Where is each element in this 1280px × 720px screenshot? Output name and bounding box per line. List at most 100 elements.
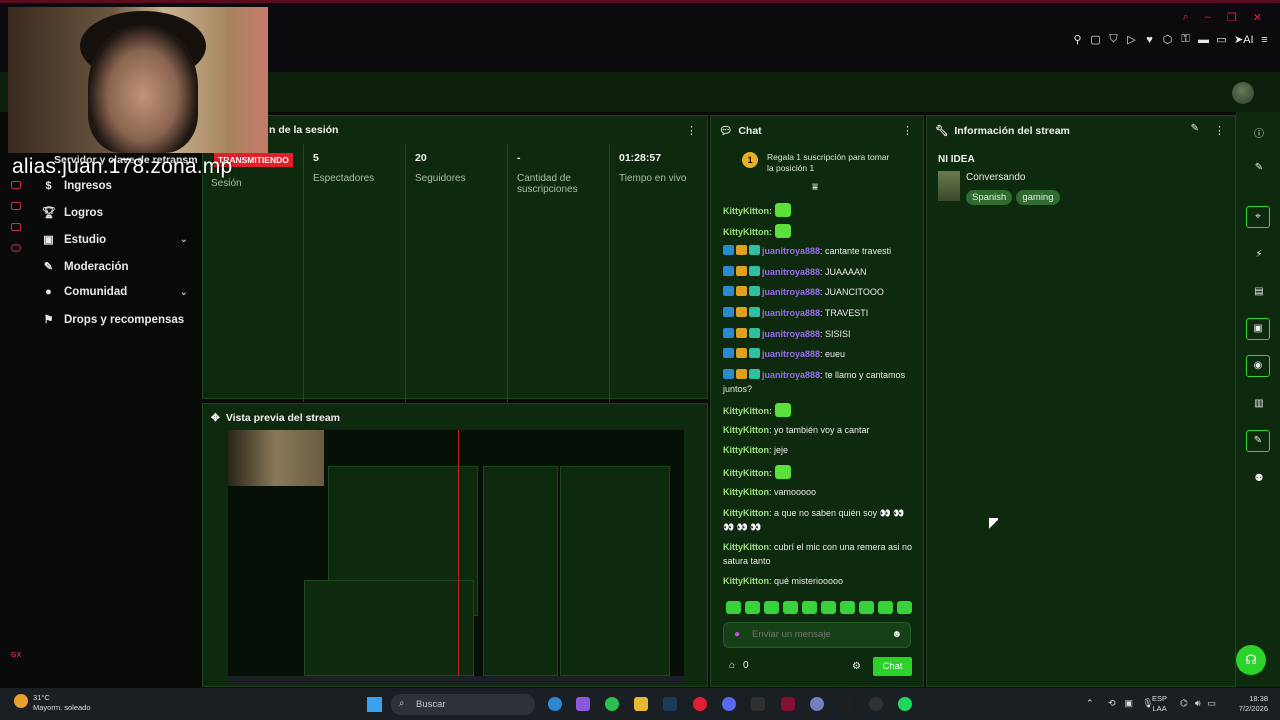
emote-icon[interactable]: [726, 601, 741, 614]
emote-icon[interactable]: [859, 601, 874, 614]
layout-icon[interactable]: ▥: [1253, 398, 1265, 409]
chat-message[interactable]: juanitroya888: JUANCITOOO: [723, 286, 913, 300]
emote-icon[interactable]: [821, 601, 836, 614]
chat-username[interactable]: juanitroya888: [762, 349, 820, 359]
rail-chat-icon[interactable]: [11, 202, 21, 210]
scan-icon[interactable]: ⌖: [1246, 206, 1270, 228]
app-tray-icon[interactable]: ⟲: [1108, 698, 1116, 709]
heart-icon[interactable]: ♥: [1144, 34, 1155, 46]
weather-icon[interactable]: [14, 694, 28, 708]
cube-icon[interactable]: ⬡: [1162, 33, 1173, 46]
weather-widget[interactable]: 31°C Mayorm. soleado: [33, 693, 91, 713]
taskbar-search[interactable]: ⌕ Buscar: [391, 694, 535, 715]
chat-message[interactable]: juanitroya888: TRAVESTI: [723, 307, 913, 321]
sidebar-item-drops[interactable]: ⚑ Drops y recompensas: [42, 313, 185, 327]
chat-username[interactable]: KittyKitton: [723, 206, 769, 216]
chat-username[interactable]: KittyKitton: [723, 227, 769, 237]
chat-message[interactable]: juanitroya888: te llamo y cantamos junto…: [723, 369, 913, 396]
play-icon[interactable]: ▷: [1126, 33, 1137, 46]
sidebar-item-moderacion[interactable]: ✎ Moderación: [42, 260, 129, 274]
steam-icon[interactable]: [663, 697, 677, 711]
emote-icon[interactable]: [897, 601, 912, 614]
lock-icon[interactable]: ⚿: [1180, 33, 1191, 46]
emote-icon[interactable]: [878, 601, 893, 614]
chat-username[interactable]: KittyKitton: [723, 576, 769, 586]
pinned-text[interactable]: Regala 1 suscripción para tomar la posic…: [767, 152, 897, 174]
sidebar-item-logros[interactable]: 🏆︎ Logros: [42, 206, 103, 220]
chat-message[interactable]: KittyKitton: jeje: [723, 444, 913, 458]
gear-icon[interactable]: ⚙: [852, 661, 861, 672]
chat-message[interactable]: KittyKitton:: [723, 203, 913, 219]
kebab-menu-icon[interactable]: ⋮: [686, 124, 697, 137]
chat-message[interactable]: KittyKitton: qué misteriooooo: [723, 575, 913, 589]
chat-message[interactable]: juanitroya888: eueu: [723, 348, 913, 362]
language-indicator[interactable]: ESP LAA: [1152, 694, 1167, 714]
obs-icon[interactable]: [869, 697, 883, 711]
menu-icon[interactable]: ≡: [1259, 34, 1270, 46]
rail-tv-icon[interactable]: [11, 181, 21, 189]
broadcast-icon[interactable]: ◉: [1246, 355, 1270, 377]
edit-icon[interactable]: ✎: [1191, 123, 1199, 134]
minimize-icon[interactable]: –: [1205, 11, 1211, 24]
opera-icon[interactable]: [693, 697, 707, 711]
points-display[interactable]: ⌂ 0: [729, 660, 749, 671]
send-icon[interactable]: ➤AI: [1234, 33, 1254, 46]
wallet-icon[interactable]: ▬: [1198, 34, 1209, 46]
start-icon[interactable]: [367, 697, 382, 712]
users-icon[interactable]: ⚉: [1253, 473, 1265, 484]
rail-broadcast-icon[interactable]: [11, 244, 21, 252]
close-icon[interactable]: ✕: [1253, 11, 1262, 24]
pin-icon[interactable]: ⚲: [1072, 33, 1083, 46]
chevron-down-icon[interactable]: ⌄: [180, 287, 188, 298]
chat-username[interactable]: KittyKitton: [723, 425, 769, 435]
rail-twitch-icon[interactable]: [11, 223, 21, 231]
chevron-down-icon[interactable]: ⌄: [180, 234, 188, 245]
chat-message[interactable]: KittyKitton: vamooooo: [723, 486, 913, 500]
edge-icon[interactable]: [548, 697, 562, 711]
stream-preview[interactable]: [228, 430, 684, 686]
chat-message[interactable]: KittyKitton: yo también voy a cantar: [723, 424, 913, 438]
screenshot-icon[interactable]: ▢: [1090, 33, 1101, 46]
chat-message[interactable]: juanitroya888: JUAAAAN: [723, 266, 913, 280]
sidebar-item-comunidad[interactable]: ● Comunidad: [42, 286, 127, 298]
chat-username[interactable]: KittyKitton: [723, 406, 769, 416]
filter-icon[interactable]: ⩸: [812, 182, 818, 193]
spotify-icon[interactable]: [898, 697, 912, 711]
discord-icon[interactable]: [722, 697, 736, 711]
emoji-icon[interactable]: ☻: [891, 629, 902, 640]
mic-icon[interactable]: ●: [734, 629, 740, 640]
chat-username[interactable]: juanitroya888: [762, 329, 820, 339]
chat-message[interactable]: KittyKitton:: [723, 403, 913, 419]
emote-icon[interactable]: [840, 601, 855, 614]
app-icon[interactable]: [781, 697, 795, 711]
list-icon[interactable]: ▤: [1253, 286, 1265, 297]
copilot-icon[interactable]: [576, 697, 590, 711]
shield-icon[interactable]: ⛉: [1108, 33, 1119, 46]
chat-username[interactable]: juanitroya888: [762, 287, 820, 297]
chat-username[interactable]: juanitroya888: [762, 308, 820, 318]
emote-icon[interactable]: [745, 601, 760, 614]
chat-message[interactable]: KittyKitton:: [723, 465, 913, 481]
pencil-icon[interactable]: ✎: [1253, 162, 1265, 173]
chat-username[interactable]: juanitroya888: [762, 246, 820, 256]
chat-username[interactable]: KittyKitton: [723, 487, 769, 497]
chat-message[interactable]: juanitroya888: SISISI: [723, 328, 913, 342]
chevron-up-icon[interactable]: ⌃: [1086, 698, 1094, 709]
chat-send-button[interactable]: Chat: [873, 657, 912, 676]
emote-icon[interactable]: [802, 601, 817, 614]
app-icon[interactable]: [839, 697, 853, 711]
sidebar-item-estudio[interactable]: ▣ Estudio: [42, 233, 106, 247]
kebab-menu-icon[interactable]: ⋮: [902, 124, 913, 137]
chat-input[interactable]: [752, 629, 882, 640]
info-icon[interactable]: ⓘ: [1253, 125, 1265, 140]
avatar[interactable]: [1232, 82, 1254, 104]
wrench-icon[interactable]: ✎: [1246, 430, 1270, 452]
kebab-menu-icon[interactable]: ⋮: [1214, 124, 1225, 137]
restore-icon[interactable]: ❐: [1227, 11, 1237, 24]
rail-gx-icon[interactable]: GX: [11, 652, 21, 659]
battery-icon[interactable]: ▭: [1216, 33, 1227, 46]
app-icon[interactable]: [751, 697, 765, 711]
chat-message[interactable]: KittyKitton: a que no saben quién soy 👀 …: [723, 507, 913, 534]
chat-message[interactable]: KittyKitton:: [723, 224, 913, 240]
chat-username[interactable]: juanitroya888: [762, 370, 820, 380]
